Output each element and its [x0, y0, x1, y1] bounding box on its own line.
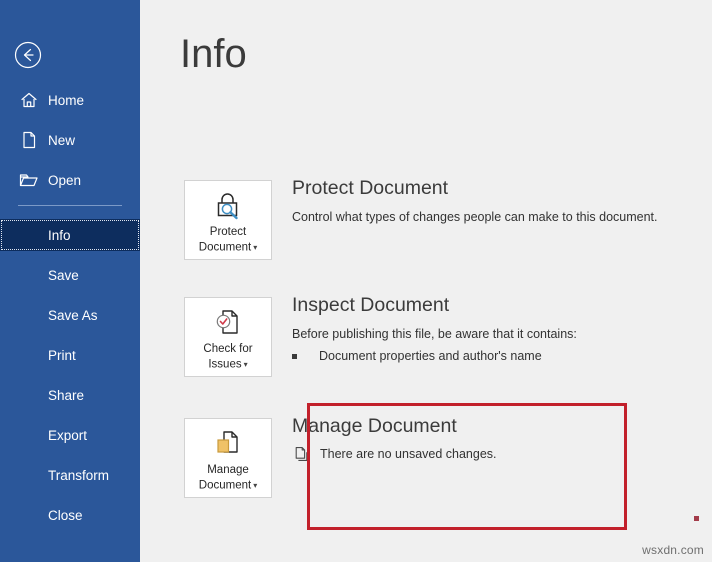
chevron-down-icon: ▾: [253, 481, 258, 490]
office-backstage-view: Home New Open Info Save Save As Print Sh…: [0, 0, 712, 562]
page-title: Info: [180, 32, 247, 76]
backstage-sidebar: Home New Open Info Save Save As Print Sh…: [0, 0, 140, 562]
protect-document-button[interactable]: Protect Document ▾: [184, 180, 272, 260]
sidebar-item-label: Close: [48, 507, 83, 523]
sidebar-item-label: Print: [48, 347, 76, 363]
document-check-icon: [211, 307, 245, 337]
backstage-main-pane: Info Protect Document ▾ Protect Document C…: [140, 0, 712, 562]
sidebar-item-label: Save: [48, 267, 79, 283]
manage-document-button-label: Manage Document ▾: [198, 464, 258, 492]
section-protect-document: Protect Document ▾ Protect Document Contro…: [184, 177, 684, 260]
inspect-document-heading: Inspect Document: [292, 294, 450, 316]
sidebar-item-transform[interactable]: Transform: [0, 459, 140, 491]
sidebar-item-label: Save As: [48, 307, 98, 323]
sidebar-item-label: Info: [48, 227, 71, 243]
sidebar-divider: [18, 205, 122, 206]
sidebar-item-label: Export: [48, 427, 88, 443]
sidebar-item-label: Transform: [48, 467, 110, 483]
chevron-down-icon: ▾: [253, 243, 258, 252]
protect-document-description: Control what types of changes people can…: [292, 210, 658, 224]
sidebar-item-export[interactable]: Export: [0, 419, 140, 451]
sidebar-item-open[interactable]: Open: [0, 164, 140, 196]
manage-document-heading: Manage Document: [292, 415, 457, 437]
sidebar-item-label: Home: [48, 92, 85, 108]
sidebar-item-label: Share: [48, 387, 85, 403]
sidebar-item-close[interactable]: Close: [0, 499, 140, 531]
chevron-down-icon: ▾: [243, 360, 248, 369]
inspect-document-finding-text: Document properties and author's name: [319, 349, 542, 363]
bullet-icon: [292, 353, 297, 359]
manage-document-status: There are no unsaved changes.: [292, 445, 497, 463]
sidebar-item-print[interactable]: Print: [0, 339, 140, 371]
manage-document-button[interactable]: Manage Document ▾: [184, 418, 272, 498]
sidebar-item-save-as[interactable]: Save As: [0, 299, 140, 331]
new-document-icon: [18, 129, 40, 151]
inspect-document-description: Before publishing this file, be aware th…: [292, 327, 577, 341]
sidebar-item-share[interactable]: Share: [0, 379, 140, 411]
sidebar-item-label: New: [48, 132, 76, 148]
home-icon: [18, 89, 40, 111]
manage-document-status-text: There are no unsaved changes.: [320, 447, 497, 461]
copy-documents-icon: [292, 445, 310, 463]
back-button[interactable]: [14, 41, 42, 69]
sidebar-item-home[interactable]: Home: [0, 84, 140, 116]
open-folder-icon: [18, 169, 40, 191]
check-for-issues-button-label: Check for Issues ▾: [203, 343, 253, 371]
sidebar-item-info[interactable]: Info: [0, 219, 140, 251]
watermark: wsxdn.com: [642, 543, 704, 557]
sidebar-item-new[interactable]: New: [0, 124, 140, 156]
protect-document-button-label: Protect Document ▾: [198, 226, 258, 254]
annotation-dot: [694, 516, 699, 521]
back-arrow-icon: [14, 41, 42, 69]
section-inspect-document: Check for Issues ▾ Inspect Document Before…: [184, 294, 684, 377]
check-for-issues-button[interactable]: Check for Issues ▾: [184, 297, 272, 377]
sidebar-item-label: Open: [48, 172, 82, 188]
document-versions-icon: [211, 428, 245, 458]
section-manage-document: Manage Document ▾ Manage Document There ar…: [184, 415, 684, 498]
inspect-document-finding: Document properties and author's name: [292, 349, 542, 363]
sidebar-item-save[interactable]: Save: [0, 259, 140, 291]
padlock-magnifier-icon: [211, 190, 245, 220]
protect-document-heading: Protect Document: [292, 177, 449, 199]
